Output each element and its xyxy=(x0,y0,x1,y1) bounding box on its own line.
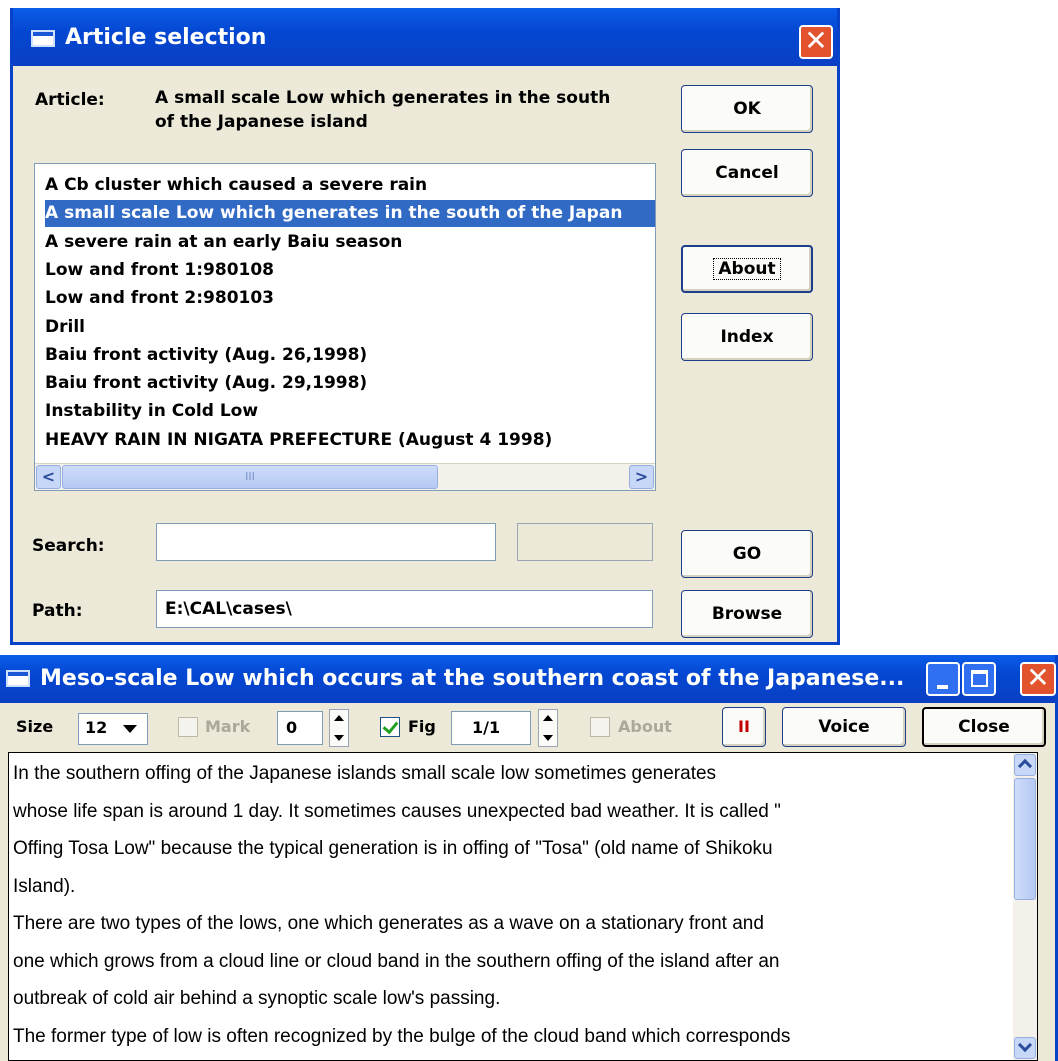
pause-icon: II xyxy=(738,717,750,736)
article-text-area[interactable]: In the southern offing of the Japanese i… xyxy=(8,752,1038,1061)
path-label: Path: xyxy=(32,601,83,621)
list-item[interactable]: A Cb cluster which caused a severe rain xyxy=(45,172,427,199)
list-item[interactable]: Baiu front activity (Aug. 26,1998) xyxy=(45,342,367,369)
text-line: Offing Tosa Low" because the typical gen… xyxy=(13,838,773,859)
article-label: Article: xyxy=(35,90,105,110)
scroll-down-button[interactable] xyxy=(1014,1037,1036,1059)
scroll-left-button[interactable]: < xyxy=(36,465,61,489)
viewer-titlebar[interactable]: Meso-scale Low which occurs at the south… xyxy=(0,655,1056,703)
vertical-scrollbar[interactable] xyxy=(1013,753,1037,1060)
text-line: Island). xyxy=(13,875,76,897)
scroll-up-button[interactable] xyxy=(1014,754,1036,776)
scroll-right-button[interactable]: > xyxy=(629,465,654,489)
horizontal-scrollbar[interactable]: < III > xyxy=(35,463,655,490)
browse-button[interactable]: Browse xyxy=(681,590,813,638)
size-select[interactable]: 12 xyxy=(78,713,148,745)
chevron-left-icon: < xyxy=(41,467,56,486)
list-item[interactable]: Instability in Cold Low xyxy=(45,398,258,425)
close-button[interactable]: Close xyxy=(922,707,1046,747)
window-icon xyxy=(6,670,30,687)
text-line: one which grows from a cloud line or clo… xyxy=(13,950,780,972)
scroll-grip-icon: III xyxy=(245,470,255,483)
fig-checkbox[interactable] xyxy=(380,717,400,737)
scroll-thumb[interactable]: III xyxy=(62,465,438,489)
list-item[interactable]: HEAVY RAIN IN NIGATA PREFECTURE (August … xyxy=(45,427,552,454)
go-button[interactable]: GO xyxy=(681,530,813,578)
dialog-titlebar[interactable]: Article selection ✕ xyxy=(13,8,837,66)
mark-checkbox[interactable] xyxy=(178,717,198,737)
viewer-title: Meso-scale Low which occurs at the south… xyxy=(40,666,905,691)
text-line: There are two types of the lows, one whi… xyxy=(13,913,764,934)
list-item[interactable]: Drill xyxy=(45,314,85,341)
spin-down-icon[interactable] xyxy=(543,735,553,741)
minimize-icon xyxy=(937,685,948,689)
article-list[interactable]: A Cb cluster which caused a severe rain A… xyxy=(34,163,656,491)
article-value-line2: of the Japanese island xyxy=(155,112,368,132)
spin-up-icon[interactable] xyxy=(543,715,553,721)
vertical-scroll-thumb[interactable] xyxy=(1014,778,1036,900)
about-checkbox[interactable] xyxy=(590,717,610,737)
fig-label: Fig xyxy=(408,717,436,736)
viewer-close-button[interactable]: ✕ xyxy=(1020,662,1056,696)
spin-up-icon[interactable] xyxy=(334,715,344,721)
index-button[interactable]: Index xyxy=(681,313,813,361)
fig-input[interactable]: 1/1 xyxy=(451,711,531,745)
text-line: In the southern offing of the Japanese i… xyxy=(13,763,717,784)
chevron-right-icon: > xyxy=(634,467,649,486)
about-label: About xyxy=(618,717,672,736)
search-label: Search: xyxy=(32,536,105,556)
path-input[interactable]: E:\CAL\cases\ xyxy=(156,590,653,628)
maximize-button[interactable] xyxy=(962,662,996,696)
ok-button[interactable]: OK xyxy=(681,85,813,133)
dialog-close-button[interactable]: ✕ xyxy=(799,25,833,59)
about-button[interactable]: About xyxy=(681,245,813,293)
mark-label: Mark xyxy=(205,717,251,736)
list-item[interactable]: A small scale Low which generates in the… xyxy=(45,200,655,228)
viewer-toolbar: Size 12 Mark 0 Fig 1/1 About II Voice Cl… xyxy=(0,703,1058,753)
chevron-down-icon xyxy=(1017,1037,1033,1053)
mark-input[interactable]: 0 xyxy=(277,711,323,745)
cancel-button[interactable]: Cancel xyxy=(681,149,813,197)
maximize-icon xyxy=(971,670,988,687)
list-item[interactable]: Low and front 2:980103 xyxy=(45,285,274,312)
text-line: outbreak of cold air behind a synoptic s… xyxy=(13,988,501,1009)
spin-down-icon[interactable] xyxy=(334,735,344,741)
article-value-line1: A small scale Low which generates in the… xyxy=(155,88,611,108)
list-item[interactable]: Baiu front activity (Aug. 29,1998) xyxy=(45,370,367,397)
checkmark-icon xyxy=(382,717,399,735)
about-button-label: About xyxy=(713,258,781,280)
voice-button[interactable]: Voice xyxy=(782,707,906,747)
list-item[interactable]: Low and front 1:980108 xyxy=(45,257,274,284)
text-line: whose life span is around 1 day. It some… xyxy=(13,800,781,822)
mark-spinner[interactable] xyxy=(329,709,349,747)
list-item[interactable]: A severe rain at an early Baiu season xyxy=(45,229,402,256)
dialog-title: Article selection xyxy=(65,25,267,50)
text-line: The former type of low is often recogniz… xyxy=(13,1025,791,1047)
window-icon xyxy=(31,30,55,47)
pause-button[interactable]: II xyxy=(722,707,766,747)
article-viewer-window: Meso-scale Low which occurs at the south… xyxy=(0,655,1058,1061)
search-input[interactable] xyxy=(156,523,496,561)
article-selection-dialog: Article selection ✕ Article: A small sca… xyxy=(10,8,840,645)
fig-spinner[interactable] xyxy=(538,709,558,747)
search-status-field xyxy=(517,523,653,561)
chevron-down-icon xyxy=(123,725,137,733)
minimize-button[interactable] xyxy=(926,662,960,696)
chevron-up-icon xyxy=(1017,758,1033,774)
size-label: Size xyxy=(16,717,54,736)
size-value: 12 xyxy=(85,718,108,737)
